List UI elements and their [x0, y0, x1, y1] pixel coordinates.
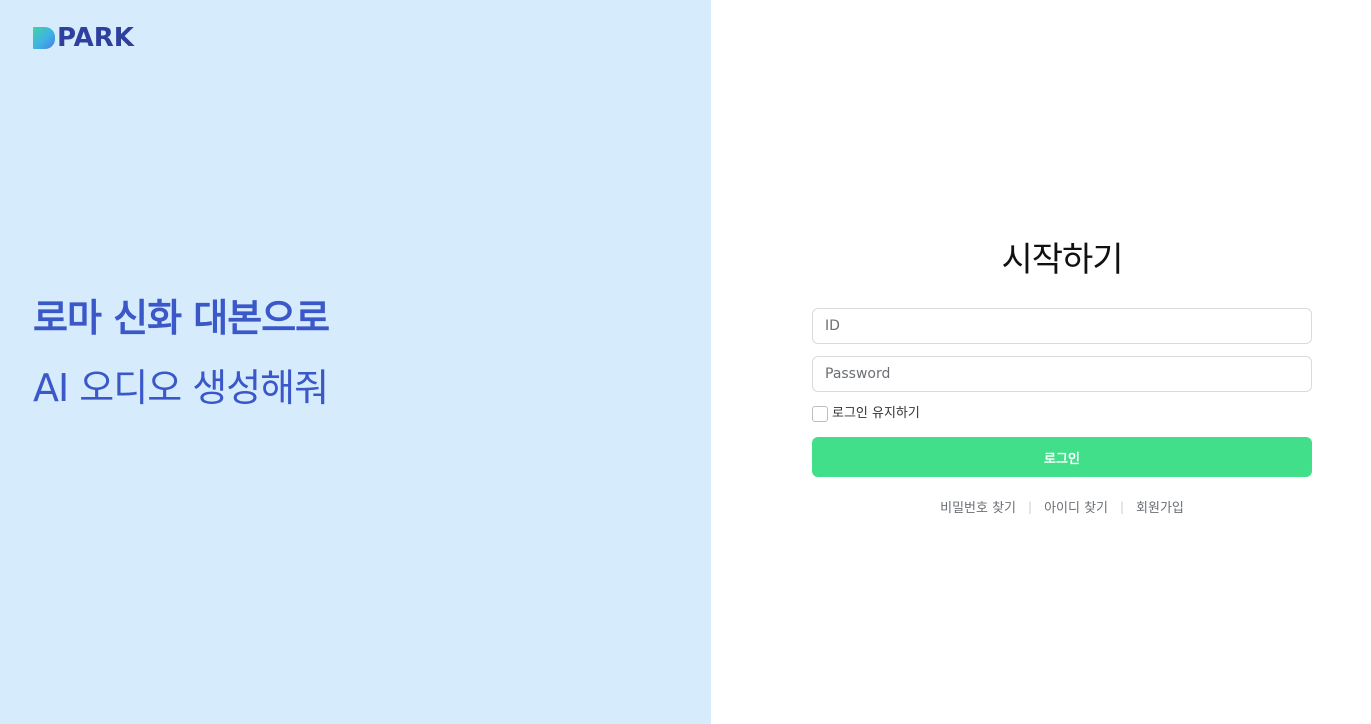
hero-headline: 로마 신화 대본으로 AI 오디오 생성해줘 [33, 294, 330, 412]
remember-me[interactable]: 로그인 유지하기 [812, 405, 1312, 423]
link-separator: | [1028, 499, 1033, 514]
login-panel: 시작하기 로그인 유지하기 로그인 비밀번호 찾기 | 아이디 찾기 | 회원가… [711, 0, 1371, 724]
logo-mark-icon [33, 27, 55, 49]
login-page: PARK 로마 신화 대본으로 AI 오디오 생성해줘 시작하기 로그인 유지하… [0, 0, 1371, 724]
hero-line-1: 로마 신화 대본으로 [33, 296, 330, 340]
id-input[interactable] [812, 308, 1312, 344]
password-input[interactable] [812, 356, 1312, 392]
remember-checkbox[interactable] [812, 406, 828, 422]
remember-label[interactable]: 로그인 유지하기 [832, 406, 920, 422]
find-id-link[interactable]: 아이디 찾기 [1044, 497, 1108, 516]
login-form: 시작하기 로그인 유지하기 로그인 비밀번호 찾기 | 아이디 찾기 | 회원가… [812, 238, 1312, 516]
hero-line-2: AI 오디오 생성해줘 [33, 366, 329, 410]
page-title: 시작하기 [1001, 240, 1123, 280]
login-button[interactable]: 로그인 [812, 437, 1312, 477]
account-links: 비밀번호 찾기 | 아이디 찾기 | 회원가입 [812, 497, 1312, 517]
link-separator: | [1120, 499, 1125, 514]
brand-logo[interactable]: PARK [33, 23, 134, 53]
signup-link[interactable]: 회원가입 [1136, 497, 1184, 516]
promo-panel: PARK 로마 신화 대본으로 AI 오디오 생성해줘 [0, 0, 711, 724]
find-password-link[interactable]: 비밀번호 찾기 [940, 497, 1016, 516]
logo-text: PARK [57, 23, 134, 53]
